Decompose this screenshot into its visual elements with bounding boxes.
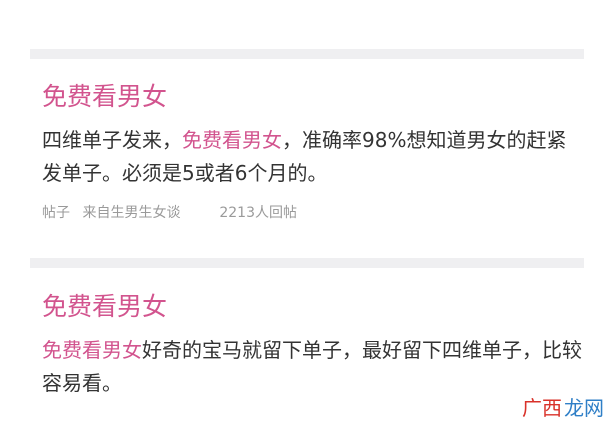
post-excerpt: 免费看男女好奇的宝马就留下单子，最好留下四维单子，比较容易看。 (42, 334, 584, 400)
site-watermark: 广西 龙网 (520, 396, 606, 420)
card-divider (30, 258, 584, 268)
post-type-label: 帖子 (42, 205, 70, 221)
watermark-text-1: 广西 (522, 396, 562, 420)
post-excerpt: 四维单子发来，免费看男女，准确率98%想知道男女的赶紧发单子。必须是5或者6个月… (42, 124, 584, 190)
post-card-1[interactable]: 免费看男女 四维单子发来，免费看男女，准确率98%想知道男女的赶紧发单子。必须是… (42, 82, 584, 222)
top-divider (30, 49, 584, 59)
post-source-label[interactable]: 来自生男生女谈 (82, 204, 180, 222)
post-meta: 帖子 来自生男生女谈 2213人回帖 (42, 204, 584, 222)
watermark-text-2: 龙网 (564, 396, 604, 420)
post-title[interactable]: 免费看男女 (42, 292, 584, 322)
keyword-highlight: 免费看男女 (182, 128, 282, 152)
post-excerpt-text: 四维单子发来， (42, 128, 182, 152)
reply-count: 2213人回帖 (219, 205, 297, 221)
post-card-2[interactable]: 免费看男女 免费看男女好奇的宝马就留下单子，最好留下四维单子，比较容易看。 (42, 292, 584, 400)
post-title[interactable]: 免费看男女 (42, 82, 584, 112)
keyword-highlight: 免费看男女 (42, 338, 142, 362)
